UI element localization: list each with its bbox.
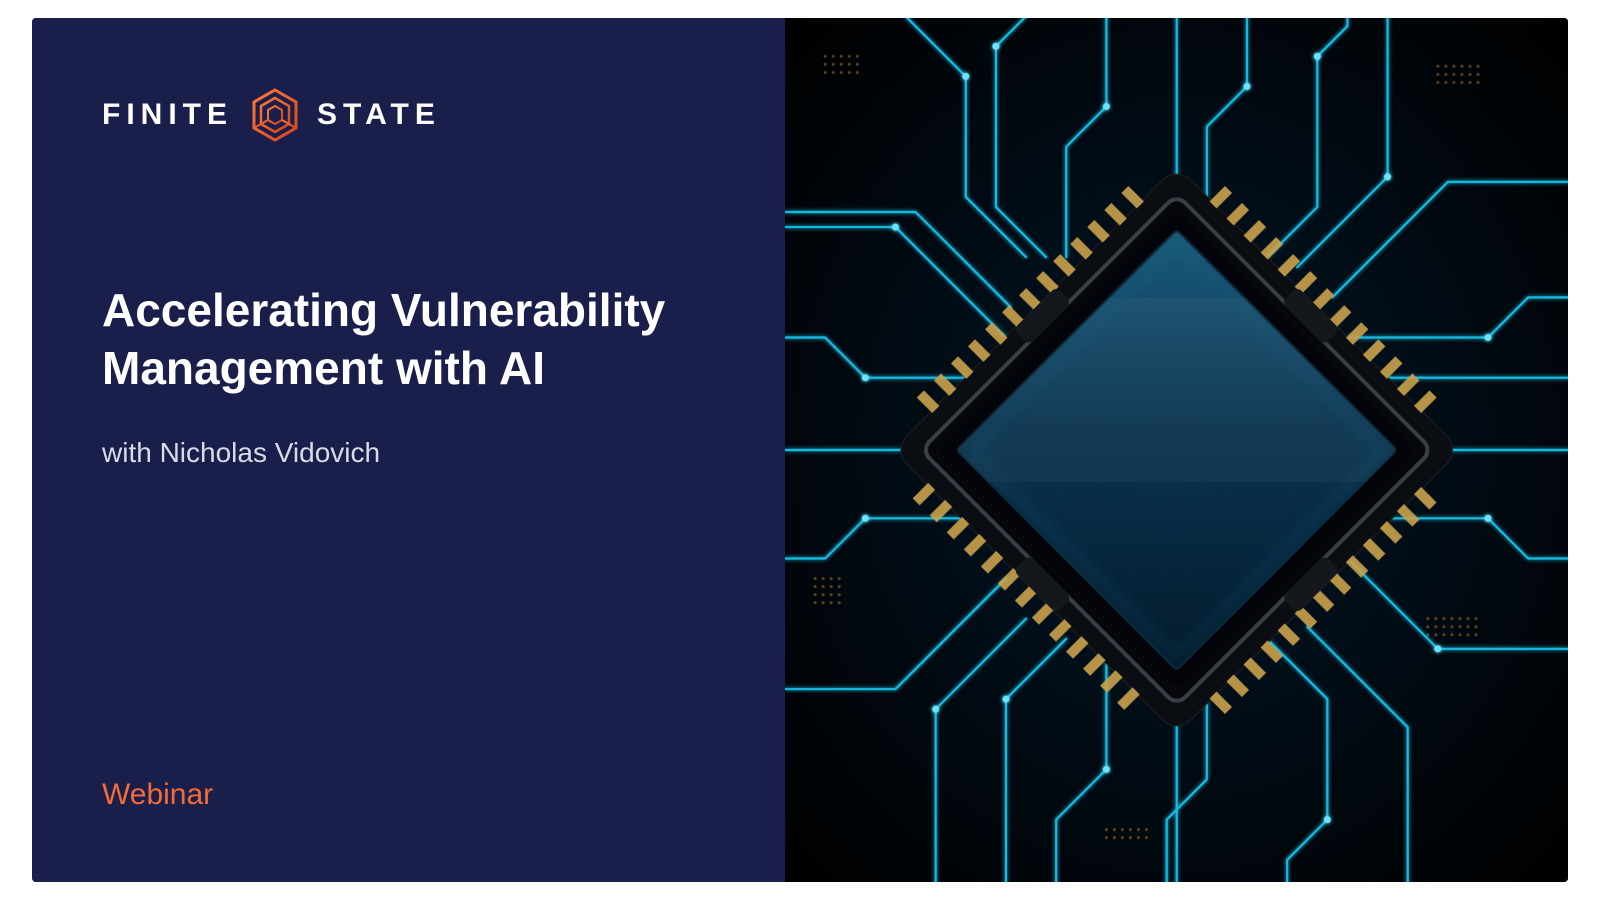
slide-title: Accelerating Vulnerability Management wi… <box>102 282 725 397</box>
circuit-chip-illustration <box>785 18 1568 882</box>
brand-logo: FINITE STATE <box>102 88 725 142</box>
category-label: Webinar <box>102 778 725 812</box>
hexagon-logo-icon <box>251 88 299 142</box>
left-panel: FINITE STATE <box>32 18 785 882</box>
brand-word-right: STATE <box>317 98 441 132</box>
brand-word-left: FINITE <box>102 98 233 132</box>
slide-subtitle: with Nicholas Vidovich <box>102 437 725 469</box>
promo-card: FINITE STATE <box>32 18 1568 882</box>
